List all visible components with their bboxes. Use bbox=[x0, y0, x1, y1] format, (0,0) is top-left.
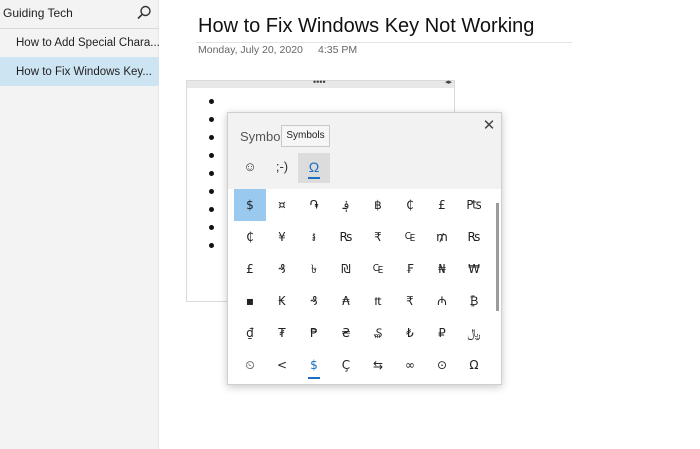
symbol-cell[interactable]: ₶ bbox=[362, 285, 394, 317]
omega-icon: Ω bbox=[308, 159, 320, 175]
symbol-cell[interactable]: ₹ bbox=[394, 285, 426, 317]
subcategory-tab[interactable]: < bbox=[266, 351, 298, 381]
bullet-point bbox=[209, 135, 214, 140]
note-drag-handle[interactable]: •••• ◂▸ bbox=[187, 77, 454, 88]
symbol-cell[interactable]: ฿ bbox=[362, 189, 394, 221]
bullet-point bbox=[209, 207, 214, 212]
subcategory-tab[interactable]: ⊙ bbox=[426, 351, 458, 381]
symbol-cell[interactable]: ₹ bbox=[362, 221, 394, 253]
recent-clock-icon[interactable]: ⏲ bbox=[234, 351, 266, 381]
bullet-point bbox=[209, 189, 214, 194]
symbol-cell[interactable]: ₥ bbox=[426, 221, 458, 253]
symbols-panel-header: Symbol Symbols ✕ ☺ ;-) Ω bbox=[228, 113, 501, 189]
tab-emoticons[interactable]: ;-) bbox=[266, 153, 298, 183]
symbol-cell[interactable]: ¤ bbox=[266, 189, 298, 221]
symbol-cell[interactable]: ₨ bbox=[330, 221, 362, 253]
notebook-title[interactable]: Guiding Tech bbox=[3, 6, 73, 20]
symbol-cell[interactable]: ₠ bbox=[362, 253, 394, 285]
page-item-special-characters[interactable]: How to Add Special Chara... bbox=[0, 28, 159, 57]
symbol-cell[interactable]: £ bbox=[426, 189, 458, 221]
symbol-cell[interactable]: ₧ bbox=[458, 189, 490, 221]
symbols-tooltip: Symbols bbox=[281, 125, 330, 147]
bullet-point bbox=[209, 171, 214, 176]
symbol-cell[interactable]: ₵ bbox=[234, 221, 266, 253]
page-time: 4:35 PM bbox=[318, 44, 358, 56]
symbol-cell[interactable]: ﷼ bbox=[458, 317, 490, 349]
symbol-cell[interactable]: ₼ bbox=[426, 285, 458, 317]
symbol-subcategory-bar: ⏲ < $ Ç ⇆ ∞ ⊙ Ω bbox=[228, 349, 501, 385]
symbol-cell[interactable]: ₮ bbox=[266, 317, 298, 349]
title-divider bbox=[196, 42, 572, 43]
symbol-cell[interactable]: ៛ bbox=[298, 221, 330, 253]
bullet-point bbox=[209, 153, 214, 158]
symbol-cell[interactable]: ₺ bbox=[394, 317, 426, 349]
symbol-cell[interactable]: ₽ bbox=[426, 317, 458, 349]
symbol-cell[interactable]: ₠ bbox=[394, 221, 426, 253]
resize-arrows-icon[interactable]: ◂▸ bbox=[445, 78, 452, 86]
symbols-panel: Symbol Symbols ✕ ☺ ;-) Ω $ ¤ ֏ ؋ ฿ ₵ £ ₧… bbox=[227, 112, 502, 385]
subcategory-tab[interactable]: ∞ bbox=[394, 351, 426, 381]
page-item-windows-key[interactable]: How to Fix Windows Key... bbox=[0, 57, 159, 86]
bullet-point bbox=[209, 225, 214, 230]
symbol-cell[interactable]: ₱ bbox=[298, 317, 330, 349]
search-icon[interactable] bbox=[135, 4, 153, 22]
dollar-icon: $ bbox=[310, 358, 318, 372]
bullet-point bbox=[209, 243, 214, 248]
page-title[interactable]: How to Fix Windows Key Not Working bbox=[198, 15, 534, 38]
emoticon-label: ;-) bbox=[275, 159, 289, 174]
subcategory-tab-currency[interactable]: $ bbox=[298, 351, 330, 381]
symbol-cell[interactable]: ₰ bbox=[298, 285, 330, 317]
symbol-cell[interactable]: ▪ bbox=[234, 285, 266, 317]
symbol-grid-scrollbar[interactable] bbox=[496, 203, 499, 311]
symbol-cell[interactable]: ₪ bbox=[330, 253, 362, 285]
smiley-icon: ☺ bbox=[243, 159, 257, 174]
symbol-cell[interactable]: ֏ bbox=[298, 189, 330, 221]
symbol-cell[interactable]: ₦ bbox=[426, 253, 458, 285]
tab-symbols[interactable]: Ω bbox=[298, 153, 330, 183]
symbol-cell[interactable]: ৳ bbox=[298, 253, 330, 285]
symbol-cell[interactable]: ₳ bbox=[330, 285, 362, 317]
active-tab-indicator bbox=[308, 177, 320, 179]
page-date: Monday, July 20, 2020 bbox=[198, 44, 303, 56]
symbol-cell[interactable]: ¥ bbox=[266, 221, 298, 253]
subcategory-tab[interactable]: Ç bbox=[330, 351, 362, 381]
symbol-cell[interactable]: ₩ bbox=[458, 253, 490, 285]
subcategory-tab[interactable]: Ω bbox=[458, 351, 490, 381]
symbol-cell[interactable]: ₣ bbox=[394, 253, 426, 285]
notebook-header: Guiding Tech bbox=[0, 0, 159, 28]
symbol-cell[interactable]: ₰ bbox=[266, 253, 298, 285]
bullet-point bbox=[209, 117, 214, 122]
symbol-cell[interactable]: ₿ bbox=[458, 285, 490, 317]
symbol-cell[interactable]: $ bbox=[234, 189, 266, 221]
symbol-cell[interactable]: ₷ bbox=[362, 317, 394, 349]
page-list-sidebar: Guiding Tech How to Add Special Chara...… bbox=[0, 0, 159, 449]
drag-dots-icon: •••• bbox=[313, 77, 326, 87]
symbol-cell[interactable]: ₨ bbox=[458, 221, 490, 253]
symbol-cell[interactable]: ₭ bbox=[266, 285, 298, 317]
symbol-cell[interactable]: ₫ bbox=[234, 317, 266, 349]
symbol-cell[interactable]: £ bbox=[234, 253, 266, 285]
symbol-cell[interactable]: ₴ bbox=[330, 317, 362, 349]
subcategory-tab[interactable]: ⇆ bbox=[362, 351, 394, 381]
active-subcategory-indicator bbox=[308, 377, 320, 379]
symbol-cell[interactable]: ₵ bbox=[394, 189, 426, 221]
close-icon[interactable]: ✕ bbox=[480, 117, 498, 135]
symbols-panel-title: Symbol bbox=[240, 129, 284, 144]
symbol-cell[interactable]: ؋ bbox=[330, 189, 362, 221]
bullet-point bbox=[209, 99, 214, 104]
tab-emoji[interactable]: ☺ bbox=[234, 153, 266, 183]
